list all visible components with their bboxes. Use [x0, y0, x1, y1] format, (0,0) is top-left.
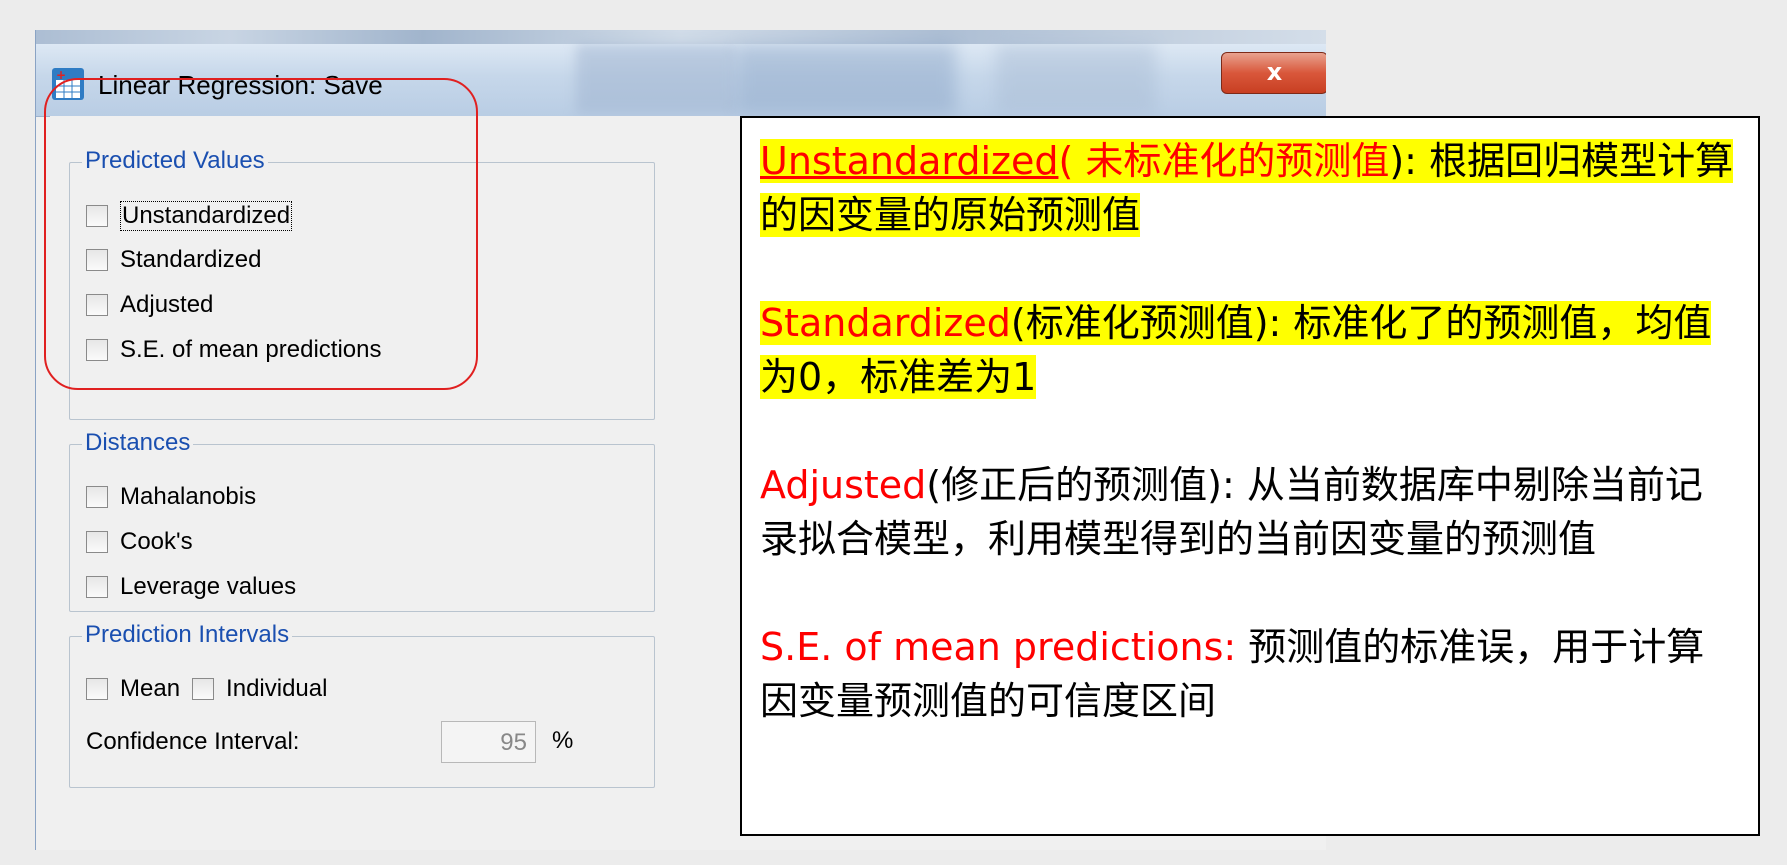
- annotation-box: Unstandardized( 未标准化的预测值): 根据回归模型计算的因变量的…: [740, 116, 1760, 836]
- mean-label: Mean: [120, 675, 181, 702]
- mahalanobis-checkbox[interactable]: [86, 486, 108, 508]
- prediction-intervals-group: Prediction Intervals Mean Individual Con…: [69, 621, 655, 788]
- mahalanobis-label: Mahalanobis: [120, 483, 257, 510]
- cooks-option[interactable]: Cook's: [86, 528, 193, 556]
- annotation-unstandardized: Unstandardized( 未标准化的预测值): 根据回归模型计算的因变量的…: [760, 134, 1740, 242]
- cooks-label: Cook's: [120, 528, 193, 555]
- term-unstandardized-cn: ( 未标准化的预测值: [1058, 139, 1390, 183]
- term-standardized: Standardized: [760, 301, 1011, 345]
- annotation-se-mean: S.E. of mean predictions: 预测值的标准误，用于计算因变…: [760, 620, 1740, 728]
- term-se-mean: S.E. of mean predictions:: [760, 625, 1249, 669]
- confidence-interval-input[interactable]: 95: [441, 721, 536, 763]
- individual-checkbox[interactable]: [192, 678, 215, 700]
- term-adjusted: Adjusted: [760, 463, 927, 507]
- leverage-values-option[interactable]: Leverage values: [86, 573, 296, 601]
- mean-option[interactable]: Mean Individual: [86, 675, 327, 703]
- leverage-values-label: Leverage values: [120, 573, 297, 600]
- individual-label: Individual: [226, 675, 328, 702]
- background-taskbar-strip: [36, 30, 1326, 44]
- confidence-interval-row: Confidence Interval: 95 %: [86, 721, 646, 763]
- confidence-interval-unit: %: [552, 727, 574, 754]
- close-icon[interactable]: x: [1221, 52, 1326, 94]
- distances-group: Distances Mahalanobis Cook's Leverage va…: [69, 429, 655, 612]
- distances-legend: Distances: [82, 429, 194, 457]
- annotation-standardized: Standardized(标准化预测值): 标准化了的预测值，均值为0，标准差为…: [760, 296, 1740, 404]
- term-unstandardized: Unstandardized: [760, 139, 1059, 183]
- cooks-checkbox[interactable]: [86, 531, 108, 553]
- mean-checkbox[interactable]: [86, 678, 108, 700]
- leverage-values-checkbox[interactable]: [86, 576, 108, 598]
- mahalanobis-option[interactable]: Mahalanobis: [86, 483, 256, 511]
- confidence-interval-label: Confidence Interval:: [86, 728, 300, 755]
- highlight-ellipse: [44, 78, 478, 390]
- prediction-intervals-legend: Prediction Intervals: [82, 621, 293, 649]
- annotation-adjusted: Adjusted(修正后的预测值): 从当前数据库中剔除当前记录拟合模型，利用模…: [760, 458, 1740, 566]
